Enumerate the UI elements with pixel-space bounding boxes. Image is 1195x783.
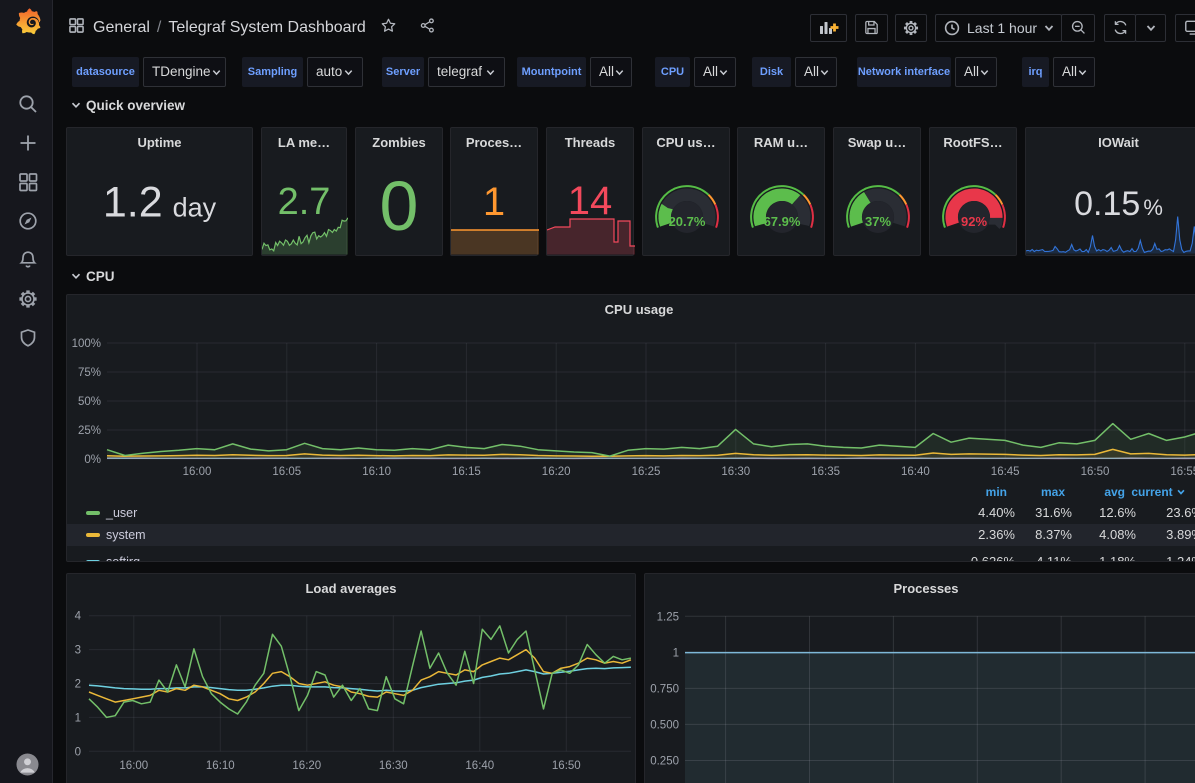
svg-text:20.7%: 20.7% [669, 214, 706, 229]
svg-text:1: 1 [673, 647, 679, 659]
svg-text:16:55: 16:55 [1170, 466, 1195, 478]
svg-text:16:25: 16:25 [632, 466, 661, 478]
svg-text:0.250: 0.250 [650, 756, 679, 768]
svg-text:16:40: 16:40 [465, 760, 494, 772]
svg-text:16:15: 16:15 [452, 466, 481, 478]
svg-text:16:05: 16:05 [272, 466, 301, 478]
svg-text:16:50: 16:50 [552, 760, 581, 772]
svg-text:1: 1 [75, 712, 81, 724]
svg-text:2: 2 [75, 679, 81, 691]
svg-text:16:20: 16:20 [542, 466, 571, 478]
svg-text:16:50: 16:50 [1081, 466, 1110, 478]
svg-text:25%: 25% [78, 425, 101, 437]
svg-text:16:20: 16:20 [292, 760, 321, 772]
svg-text:0.750: 0.750 [650, 683, 679, 695]
svg-text:4: 4 [75, 611, 82, 623]
svg-text:16:30: 16:30 [379, 760, 408, 772]
svg-text:67.9%: 67.9% [764, 214, 801, 229]
svg-text:16:45: 16:45 [991, 466, 1020, 478]
svg-text:16:35: 16:35 [811, 466, 840, 478]
svg-text:1.25: 1.25 [657, 611, 679, 623]
svg-text:0%: 0% [84, 454, 101, 466]
svg-text:3: 3 [75, 645, 81, 657]
svg-text:37%: 37% [865, 214, 891, 229]
svg-text:75%: 75% [78, 367, 101, 379]
svg-text:92%: 92% [961, 214, 987, 229]
svg-text:0: 0 [75, 746, 81, 758]
svg-text:16:40: 16:40 [901, 466, 930, 478]
svg-text:16:10: 16:10 [362, 466, 391, 478]
svg-text:100%: 100% [72, 338, 101, 350]
svg-text:16:00: 16:00 [119, 760, 148, 772]
svg-text:50%: 50% [78, 396, 101, 408]
svg-text:16:10: 16:10 [206, 760, 235, 772]
svg-text:16:00: 16:00 [183, 466, 212, 478]
svg-text:0.500: 0.500 [650, 719, 679, 731]
svg-text:16:30: 16:30 [721, 466, 750, 478]
